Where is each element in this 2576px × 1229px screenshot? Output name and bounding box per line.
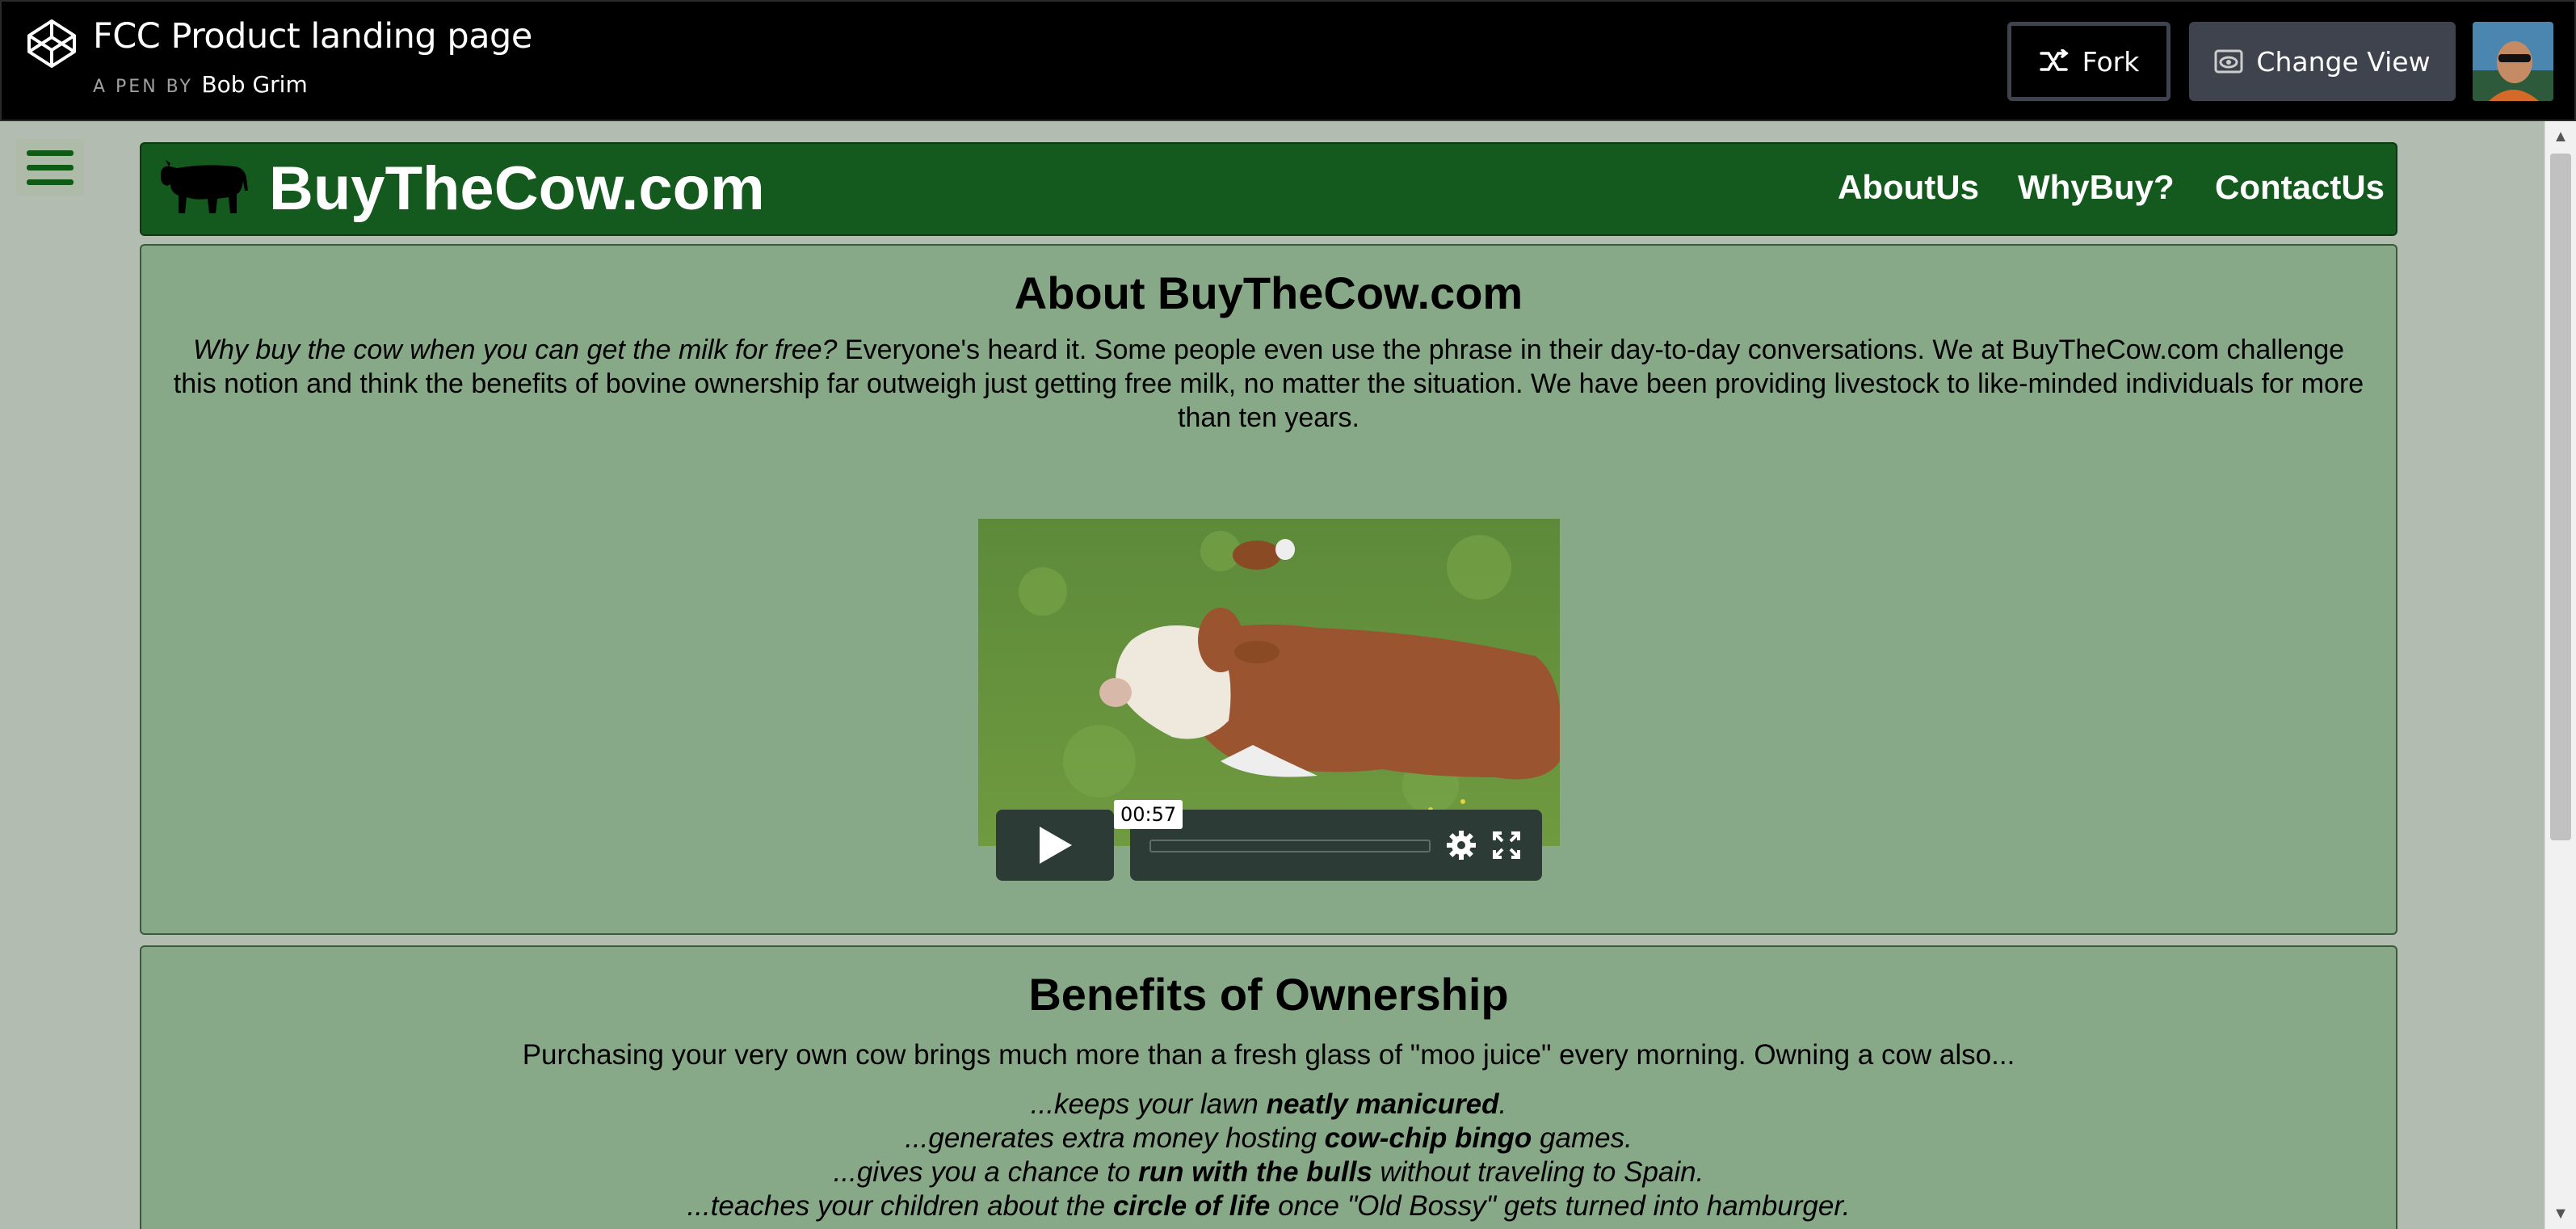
video-frame[interactable] [978,519,1560,846]
pen-byline: A PEN BY Bob Grim [93,71,308,98]
cow-icon[interactable] [158,155,251,217]
scrollbar-thumb[interactable] [2550,154,2571,840]
about-section: About BuyTheCow.com Why buy the cow when… [140,244,2397,935]
author-link[interactable]: Bob Grim [201,71,307,98]
settings-gear-icon[interactable] [1445,829,1477,861]
change-view-button[interactable]: Change View [2189,22,2456,101]
play-button[interactable] [996,810,1114,881]
nav-link-contactus[interactable]: ContactUs [2215,168,2385,207]
user-avatar[interactable] [2473,22,2553,101]
site-brand[interactable]: BuyTheCow.com [269,154,765,224]
benefit-item: ...gives you a chance to run with the bu… [833,1156,1704,1188]
play-icon [1040,827,1072,864]
fork-button[interactable]: Fork [2007,22,2170,101]
site-navbar: BuyTheCow.com AboutUs WhyBuy? ContactUs [140,142,2397,236]
eye-icon [2214,49,2243,74]
byline-prefix: A PEN BY [93,77,193,97]
benefits-title: Benefits of Ownership [1028,969,1509,1020]
change-view-label: Change View [2256,45,2431,78]
time-tooltip: 00:57 [1114,800,1183,829]
video-player[interactable]: 00:57 [978,519,1560,881]
about-title: About BuyTheCow.com [1014,267,1523,318]
benefits-list: ...keeps your lawn neatly manicured. ...… [141,1088,2396,1223]
fork-icon [2039,49,2069,71]
vertical-scrollbar[interactable]: ▲ ▼ [2544,121,2576,1229]
benefit-item: ...keeps your lawn neatly manicured. [1030,1088,1507,1120]
progress-bar[interactable] [1149,840,1431,852]
benefits-intro: Purchasing your very own cow brings much… [522,1039,2015,1071]
codepen-logo-icon[interactable] [26,18,78,69]
pen-title: FCC Product landing page [93,16,532,57]
preview-frame: BuyTheCow.com AboutUs WhyBuy? ContactUs … [0,121,2576,1229]
codepen-header: FCC Product landing page A PEN BY Bob Gr… [0,0,2576,121]
scroll-down-arrow-icon[interactable]: ▼ [2545,1202,2576,1226]
about-paragraph: Why buy the cow when you can get the mil… [172,333,2365,435]
menu-icon[interactable] [16,139,84,196]
nav-link-aboutus[interactable]: AboutUs [1838,168,1979,207]
video-controls [1130,810,1542,881]
nav-link-whybuy[interactable]: WhyBuy? [2018,168,2175,207]
fork-label: Fork [2082,45,2140,78]
fullscreen-icon[interactable] [1492,831,1521,860]
scroll-up-arrow-icon[interactable]: ▲ [2545,124,2576,149]
benefit-item: ...teaches your children about the circl… [687,1190,1851,1222]
about-quote: Why buy the cow when you can get the mil… [192,335,838,365]
benefit-item: ...generates extra money hosting cow-chi… [905,1122,1633,1154]
benefits-section: Benefits of Ownership Purchasing your ve… [140,945,2397,1229]
